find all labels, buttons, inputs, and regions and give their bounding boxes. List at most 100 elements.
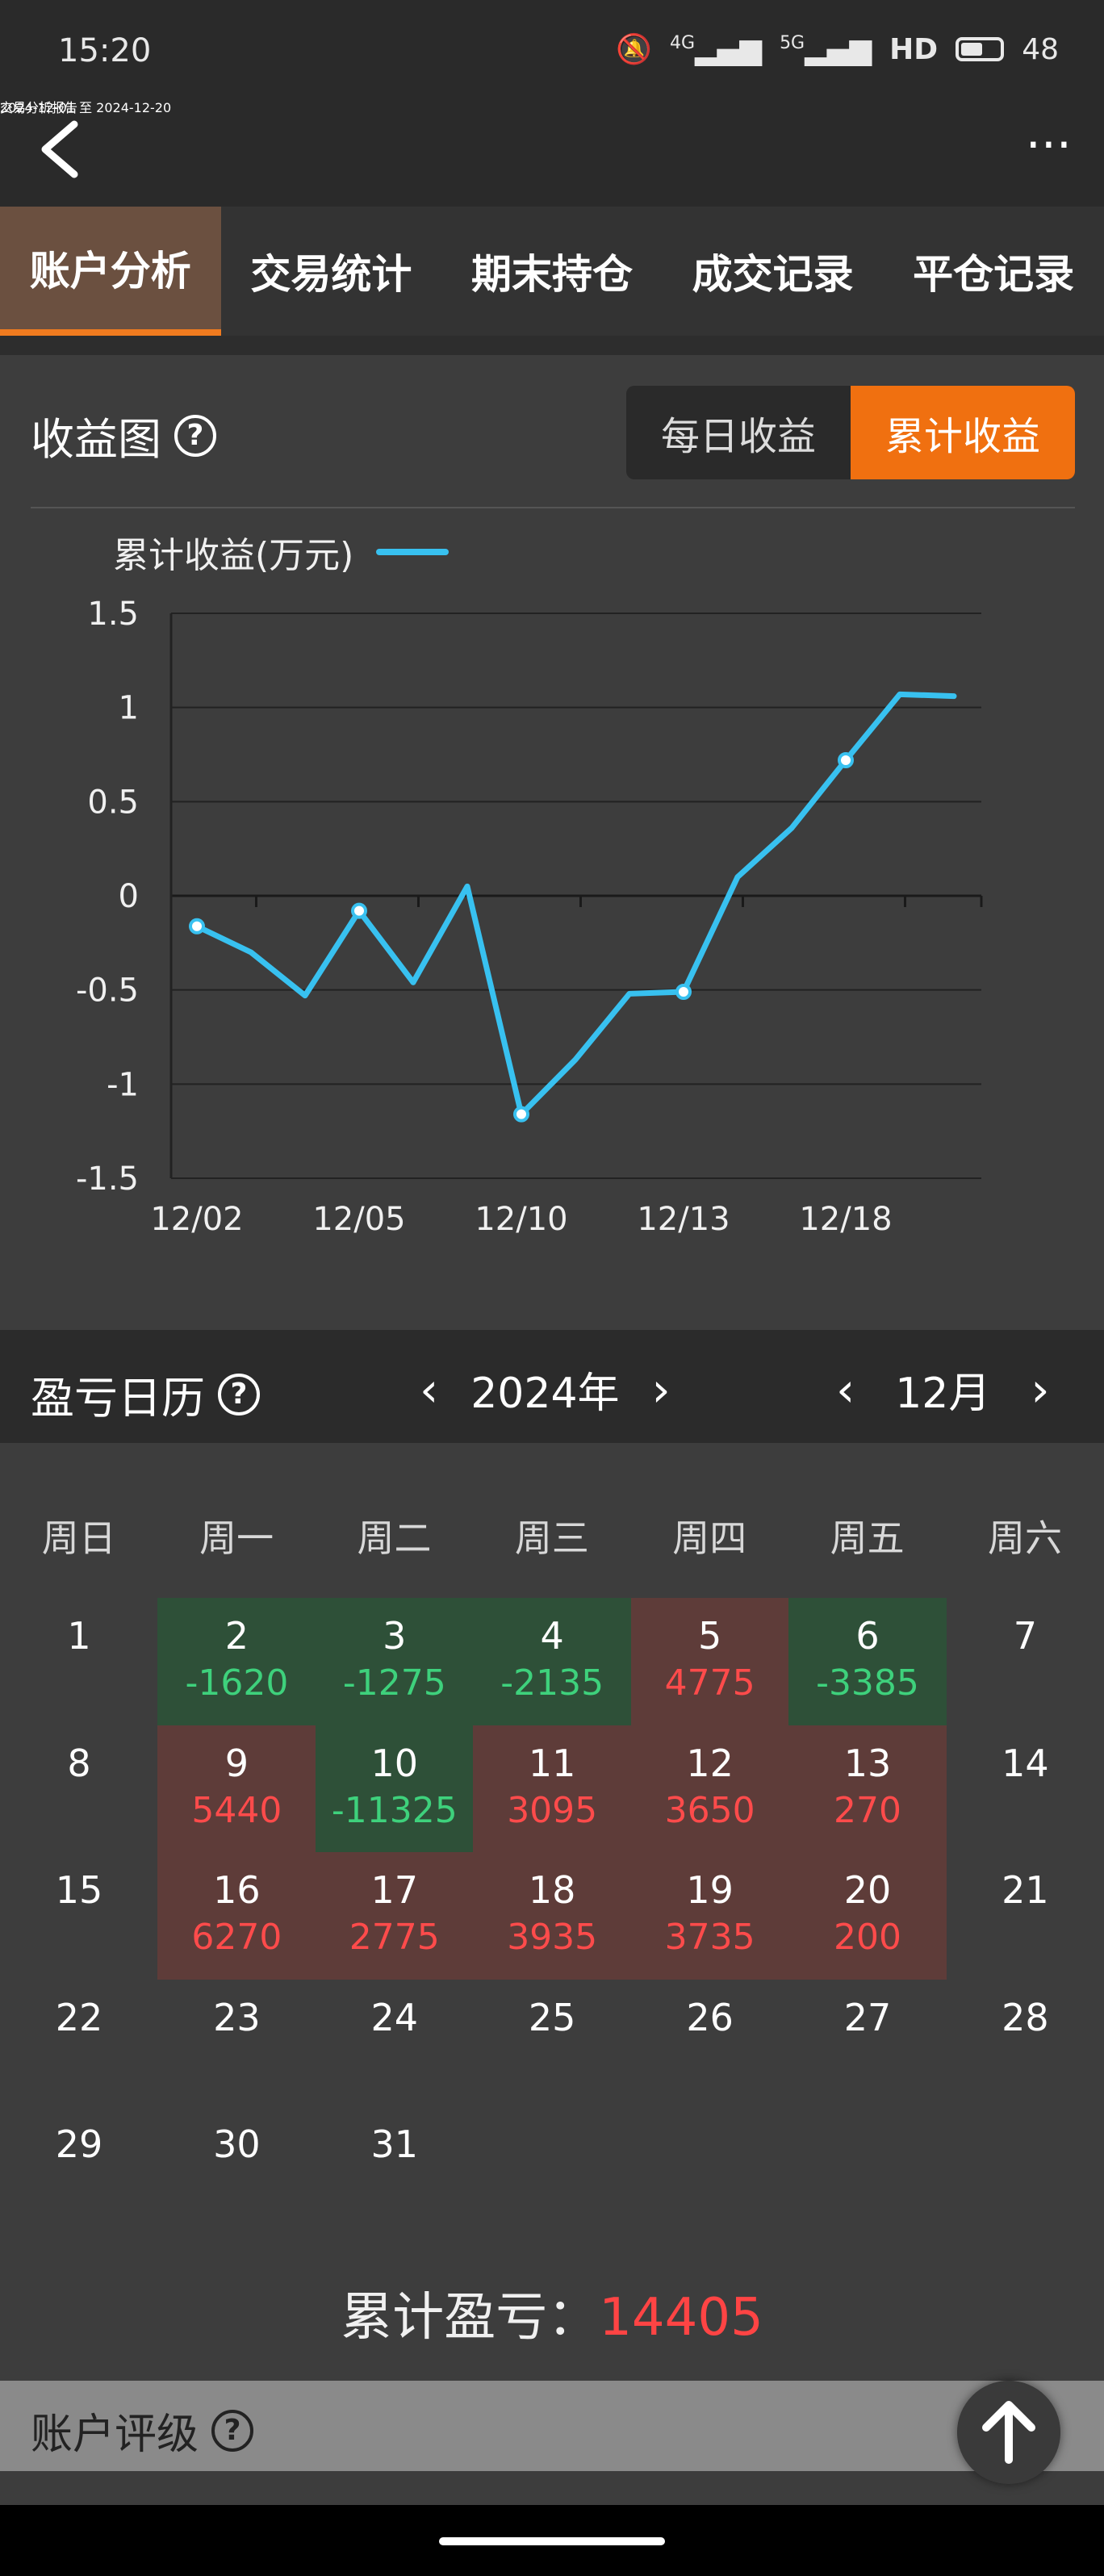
calendar-day-cell[interactable]: 26	[631, 1980, 789, 2107]
calendar-header: 盈亏日历 ? ‹ 2024年 › ‹ 12月 ›	[0, 1330, 1104, 1443]
y-tick-label: 1	[119, 690, 139, 727]
income-chart-title: 收益图	[31, 414, 161, 465]
weekday-tue: 周二	[357, 1516, 432, 1560]
calendar-day-cell[interactable]: 7	[946, 1598, 1104, 1725]
calendar-day-number: 1	[67, 1614, 91, 1658]
calendar-day-cell[interactable]: 28	[946, 1980, 1104, 2107]
back-arrow-icon[interactable]	[32, 113, 89, 186]
calendar-day-cell[interactable]: 12 3650	[630, 1725, 789, 1853]
home-indicator[interactable]	[439, 2537, 665, 2545]
cumulative-income-chart: 1.5 1 0.5 0 -0.5 -1 -1.5 12/02 12/05 12/10 12/13 12…	[76, 596, 983, 1238]
y-tick-label: -1.5	[76, 1160, 139, 1198]
calendar-day-cell[interactable]: 30	[157, 2106, 316, 2234]
weekday-thu: 周四	[672, 1516, 747, 1560]
calendar-day-number: 5	[697, 1614, 722, 1658]
calendar-help-icon[interactable]: ?	[218, 1373, 260, 1416]
calendar-day-cell[interactable]: 13 270	[788, 1725, 947, 1853]
help-icon[interactable]: ?	[174, 414, 216, 457]
calendar-day-pnl: 2775	[349, 1917, 440, 1958]
calendar-day-cell[interactable]: 24	[316, 1980, 474, 2107]
battery-icon	[956, 37, 1005, 61]
tab-bar: 账户分析 交易统计 期末持仓 成交记录 平仓记录	[0, 207, 1104, 336]
scroll-top-arrow-icon[interactable]	[957, 2381, 1060, 2484]
cumulative-income-button[interactable]: 累计收益	[851, 386, 1075, 479]
calendar-day-cell[interactable]: 1	[0, 1598, 158, 1725]
calendar-day-cell[interactable]: 6 -3385	[788, 1598, 947, 1725]
calendar-day-number: 15	[55, 1868, 103, 1912]
calendar-day-cell[interactable]: 19 3735	[630, 1852, 789, 1980]
calendar-day-cell[interactable]: 4 -2135	[473, 1598, 632, 1725]
x-tick-label: 12/02	[150, 1201, 243, 1238]
calendar-day-number: 14	[1002, 1741, 1049, 1785]
calendar-day-number: 21	[1002, 1868, 1049, 1912]
y-tick-label: 0	[119, 878, 139, 915]
calendar-day-cell[interactable]: 18 3935	[473, 1852, 632, 1980]
income-mode-toggle: 每日收益 累计收益	[626, 386, 1075, 479]
tab-deal-records[interactable]: 成交记录	[663, 207, 884, 336]
calendar-day-cell[interactable]: 16 6270	[157, 1852, 316, 1980]
next-month-chevron-icon[interactable]: ›	[1031, 1362, 1049, 1417]
x-tick-label: 12/18	[799, 1201, 892, 1238]
data-point	[838, 752, 854, 768]
hd-indicator: HD	[889, 32, 939, 66]
data-point	[513, 1106, 529, 1123]
next-year-chevron-icon[interactable]: ›	[652, 1362, 671, 1417]
tab-end-positions[interactable]: 期末持仓	[441, 207, 663, 336]
account-rating-section[interactable]: 账户评级 ?	[0, 2381, 1104, 2471]
calendar-day-cell[interactable]: 14	[946, 1725, 1104, 1853]
calendar-day-cell[interactable]: 11 3095	[473, 1725, 632, 1853]
tab-trade-stats[interactable]: 交易统计	[221, 207, 442, 336]
tab-close-records[interactable]: 平仓记录	[883, 207, 1104, 336]
more-options-icon[interactable]: ···	[1026, 121, 1072, 169]
weekday-sun: 周日	[41, 1516, 116, 1560]
y-tick-label: 0.5	[87, 784, 139, 821]
calendar-day-number: 17	[370, 1868, 419, 1912]
calendar-day-number: 26	[686, 1995, 734, 2039]
calendar-day-cell[interactable]: 10 -11325	[315, 1725, 474, 1853]
legend-swatch	[376, 549, 450, 555]
calendar-day-pnl: -11325	[331, 1789, 458, 1831]
calendar-day-cell[interactable]: 5 4775	[630, 1598, 789, 1725]
calendar-day-number: 23	[213, 1995, 261, 2039]
tab-account-analysis[interactable]: 账户分析	[0, 207, 221, 336]
legend-label: 累计收益(万元)	[113, 535, 354, 576]
calendar-day-pnl: 270	[834, 1789, 901, 1831]
signal-4g-icon: 4G▂▄▆	[669, 32, 763, 66]
calendar-day-cell[interactable]: 15	[0, 1852, 158, 1980]
calendar-day-cell[interactable]: 17 2775	[315, 1852, 474, 1980]
calendar-day-cell[interactable]: 8	[0, 1725, 158, 1853]
calendar-day-cell[interactable]: 9 5440	[157, 1725, 316, 1853]
calendar-day-number: 13	[843, 1741, 892, 1785]
prev-year-chevron-icon[interactable]: ‹	[420, 1362, 438, 1417]
calendar-day-cell[interactable]: 23	[157, 1980, 316, 2107]
calendar-day-cell[interactable]: 21	[946, 1852, 1104, 1980]
calendar-day-pnl: -1620	[185, 1662, 289, 1704]
calendar-day-cell[interactable]: 29	[0, 2106, 158, 2234]
date-range: 2024-12-01 至 2024-12-20	[0, 100, 172, 115]
daily-income-button[interactable]: 每日收益	[626, 386, 851, 479]
calendar-day-number: 4	[540, 1614, 564, 1658]
calendar-day-cell[interactable]: 31	[316, 2106, 474, 2234]
data-point	[675, 984, 692, 1000]
status-bar: 15:20 🔕 4G▂▄▆ 5G▂▄▆ HD 48	[0, 0, 1104, 97]
calendar-day-number: 11	[528, 1741, 576, 1785]
total-pnl-value: 14405	[599, 2288, 763, 2348]
total-pnl-label: 累计盈亏：	[341, 2288, 600, 2348]
calendar-day-cell[interactable]: 20 200	[788, 1852, 947, 1980]
weekday-row: 周日 周一 周二 周三 周四 周五 周六	[0, 1509, 1104, 1562]
calendar-day-number: 3	[383, 1614, 407, 1658]
calendar-day-cell[interactable]: 25	[473, 1980, 631, 2107]
weekday-mon: 周一	[199, 1516, 274, 1560]
calendar-day-number: 20	[843, 1868, 892, 1912]
calendar-day-number: 24	[370, 1995, 419, 2039]
calendar-day-cell[interactable]: 3 -1275	[315, 1598, 474, 1725]
chart-legend: 累计收益(万元)	[113, 526, 450, 578]
calendar-day-cell[interactable]: 22	[0, 1980, 158, 2107]
calendar-day-cell[interactable]: 2 -1620	[157, 1598, 316, 1725]
calendar-title-group: 盈亏日历 ?	[31, 1362, 260, 1426]
prev-month-chevron-icon[interactable]: ‹	[836, 1362, 855, 1417]
calendar-day-cell[interactable]: 27	[788, 1980, 947, 2107]
rating-help-icon[interactable]: ?	[211, 2409, 254, 2452]
month-navigator: ‹ 12月 ›	[836, 1359, 1050, 1420]
calendar-day-number: 19	[686, 1868, 734, 1912]
